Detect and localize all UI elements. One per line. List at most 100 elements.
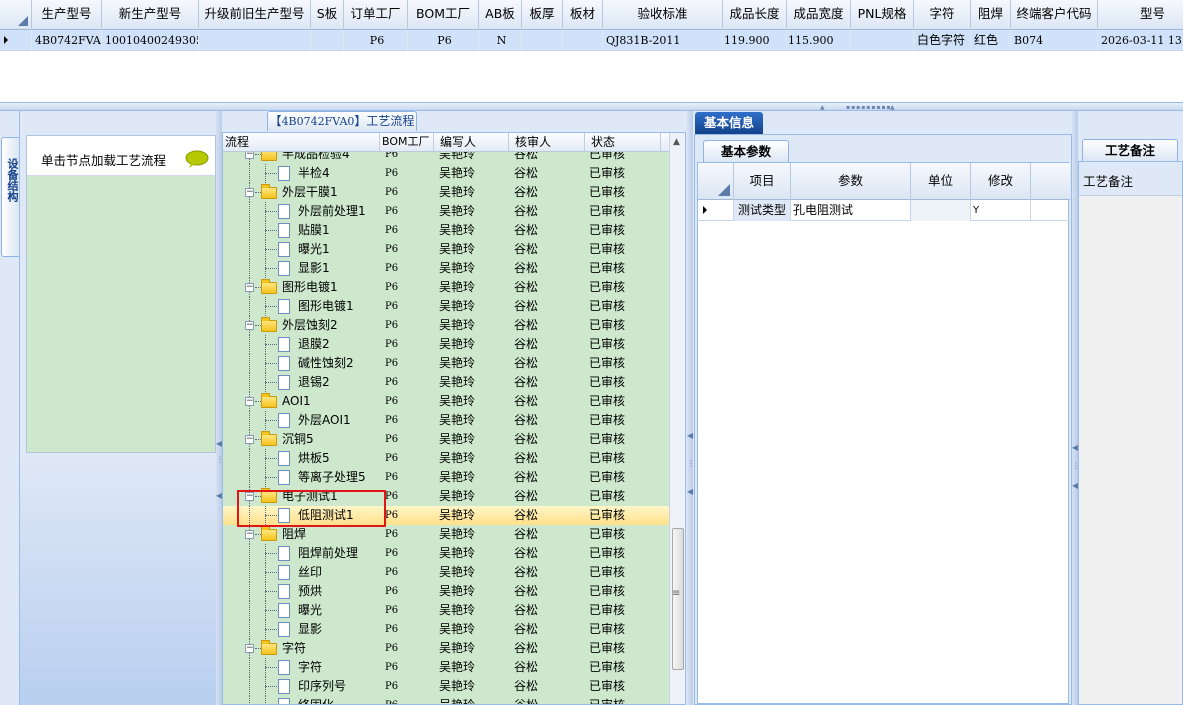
tree-step-row[interactable]: 退膜2 P6 吴艳玲 谷松 已审核 xyxy=(223,335,669,354)
col-header[interactable]: 新生产型号 xyxy=(102,0,199,30)
col-header[interactable]: 终端客户代码 xyxy=(1011,0,1098,30)
col-header[interactable]: 板材 xyxy=(563,0,603,30)
tree-node[interactable]: 退膜2 xyxy=(223,335,383,354)
col-header[interactable]: S板 xyxy=(311,0,344,30)
tab-device-structure[interactable]: 设备结构 xyxy=(1,137,19,257)
grid-cell[interactable]: 白色字符 xyxy=(914,30,971,51)
tree-step-row[interactable]: 曝光1 P6 吴艳玲 谷松 已审核 xyxy=(223,240,669,259)
tree-group-row[interactable]: − 字符 P6 吴艳玲 谷松 已审核 xyxy=(223,639,669,658)
grid-cell[interactable]: P6 xyxy=(408,30,479,51)
tree-step-row[interactable]: 显影1 P6 吴艳玲 谷松 已审核 xyxy=(223,259,669,278)
order-grid-row[interactable]: 4B0742FVA0 10010400249305 P6 P6 N QJ831B-2011… xyxy=(0,30,1183,51)
tree-step-row[interactable]: 烘板5 P6 吴艳玲 谷松 已审核 xyxy=(223,449,669,468)
grid-cell[interactable] xyxy=(311,30,344,51)
horizontal-splitter[interactable]: ▲ ▪▪▪▪▪▪▪▪▪ ▲ xyxy=(0,103,1183,111)
col-header[interactable]: 板厚 xyxy=(522,0,563,30)
tree-node[interactable]: 烘板5 xyxy=(223,449,383,468)
collapse-icon[interactable]: − xyxy=(245,152,254,159)
col-unit[interactable]: 单位 xyxy=(911,163,971,200)
tree-group-row[interactable]: − 外层干膜1 P6 吴艳玲 谷松 已审核 xyxy=(223,183,669,202)
col-writer[interactable]: 编写人 xyxy=(434,133,509,152)
tree-step-row[interactable]: 印序列号 P6 吴艳玲 谷松 已审核 xyxy=(223,677,669,696)
tree-node[interactable]: 退锡2 xyxy=(223,373,383,392)
grid-cell[interactable]: 115.900 xyxy=(787,30,851,51)
grid-cell[interactable]: 119.900 xyxy=(723,30,787,51)
param-unit-cell[interactable] xyxy=(911,200,971,221)
col-header[interactable]: 字符 xyxy=(914,0,971,30)
tree-node[interactable]: 碱性蚀刻2 xyxy=(223,354,383,373)
grid-cell[interactable] xyxy=(522,30,563,51)
grid-cell[interactable]: P6 xyxy=(344,30,408,51)
tree-node[interactable]: 半检4 xyxy=(223,164,383,183)
grid-cell[interactable]: 2026-03-11 13: xyxy=(1098,30,1183,51)
tree-step-row[interactable]: 碱性蚀刻2 P6 吴艳玲 谷松 已审核 xyxy=(223,354,669,373)
tree-scrollbar[interactable]: ▲ ≡ xyxy=(669,133,685,704)
grid-cell[interactable]: QJ831B-2011 xyxy=(603,30,723,51)
tree-step-row[interactable]: 半检4 P6 吴艳玲 谷松 已审核 xyxy=(223,164,669,183)
grid-cell[interactable]: 4B0742FVA0 xyxy=(32,30,102,51)
tab-basic-info[interactable]: 基本信息 xyxy=(695,112,763,134)
scroll-up-arrow-icon[interactable]: ▲ xyxy=(673,137,680,147)
tree-node[interactable]: − 外层干膜1 xyxy=(223,183,383,202)
tab-basic-params[interactable]: 基本参数 xyxy=(703,140,789,162)
tree-group-row[interactable]: − 外层蚀刻2 P6 吴艳玲 谷松 已审核 xyxy=(223,316,669,335)
tree-node[interactable]: − 沉铜5 xyxy=(223,430,383,449)
tree-step-row[interactable]: 贴膜1 P6 吴艳玲 谷松 已审核 xyxy=(223,221,669,240)
scrollbar-thumb[interactable] xyxy=(672,528,684,670)
corner-cell[interactable] xyxy=(0,0,32,30)
grid-cell[interactable] xyxy=(199,30,311,51)
tree-node[interactable]: 终固化 xyxy=(223,696,383,704)
col-flow[interactable]: 流程 xyxy=(223,133,380,152)
grid-cell[interactable]: 红色 xyxy=(971,30,1011,51)
col-bom[interactable]: BOM工厂 xyxy=(380,133,434,152)
tree-node[interactable]: − 阻焊 xyxy=(223,525,383,544)
tree-step-row[interactable]: 显影 P6 吴艳玲 谷松 已审核 xyxy=(223,620,669,639)
tree-node[interactable]: 预烘 xyxy=(223,582,383,601)
tree-node[interactable]: − 字符 xyxy=(223,639,383,658)
tree-group-row[interactable]: − AOI1 P6 吴艳玲 谷松 已审核 xyxy=(223,392,669,411)
tree-node[interactable]: 外层前处理1 xyxy=(223,202,383,221)
grid-cell[interactable] xyxy=(851,30,914,51)
col-header[interactable]: 成品宽度 xyxy=(787,0,851,30)
col-header[interactable]: 阻焊 xyxy=(971,0,1011,30)
collapse-icon[interactable]: − xyxy=(245,435,254,444)
tree-step-row[interactable]: 预烘 P6 吴艳玲 谷松 已审核 xyxy=(223,582,669,601)
tree-group-row[interactable]: − 沉铜5 P6 吴艳玲 谷松 已审核 xyxy=(223,430,669,449)
col-param[interactable]: 参数 xyxy=(791,163,911,200)
tree-step-row[interactable]: 外层AOI1 P6 吴艳玲 谷松 已审核 xyxy=(223,411,669,430)
tree-node[interactable]: 等离子处理5 xyxy=(223,468,383,487)
tree-node[interactable]: 字符 xyxy=(223,658,383,677)
tab-process-remark[interactable]: 工艺备注 xyxy=(1082,139,1178,161)
tree-node[interactable]: − 外层蚀刻2 xyxy=(223,316,383,335)
col-header[interactable]: 生产型号 xyxy=(32,0,102,30)
tree-step-row[interactable]: 图形电镀1 P6 吴艳玲 谷松 已审核 xyxy=(223,297,669,316)
tree-step-row[interactable]: 阻焊前处理 P6 吴艳玲 谷松 已审核 xyxy=(223,544,669,563)
tree-step-row[interactable]: 终固化 P6 吴艳玲 谷松 已审核 xyxy=(223,696,669,704)
col-reviewer[interactable]: 核审人 xyxy=(509,133,585,152)
tree-step-row[interactable]: 外层前处理1 P6 吴艳玲 谷松 已审核 xyxy=(223,202,669,221)
middle-vertical-splitter[interactable]: ◀ ⋮ ◀ xyxy=(687,111,695,705)
grid-cell[interactable] xyxy=(563,30,603,51)
tree-step-row[interactable]: 字符 P6 吴艳玲 谷松 已审核 xyxy=(223,658,669,677)
param-value-cell[interactable]: 孔电阻测试 xyxy=(791,200,911,221)
params-corner-cell[interactable] xyxy=(698,163,734,200)
tree-group-row[interactable]: − 阻焊 P6 吴艳玲 谷松 已审核 xyxy=(223,525,669,544)
tree-node[interactable]: 曝光 xyxy=(223,601,383,620)
tree-group-row[interactable]: − 半成品检验4 P6 吴艳玲 谷松 已审核 xyxy=(223,152,669,164)
tree-node[interactable]: 显影1 xyxy=(223,259,383,278)
tree-step-row[interactable]: 曝光 P6 吴艳玲 谷松 已审核 xyxy=(223,601,669,620)
tree-group-row[interactable]: − 图形电镀1 P6 吴艳玲 谷松 已审核 xyxy=(223,278,669,297)
col-status[interactable]: 状态 xyxy=(585,133,661,152)
tree-step-row[interactable]: 丝印 P6 吴艳玲 谷松 已审核 xyxy=(223,563,669,582)
col-header[interactable]: 验收标准 xyxy=(603,0,723,30)
col-header[interactable]: AB板 xyxy=(479,0,522,30)
params-row[interactable]: 测试类型 孔电阻测试 Y xyxy=(698,200,1070,221)
tree-step-row[interactable]: 退锡2 P6 吴艳玲 谷松 已审核 xyxy=(223,373,669,392)
col-header[interactable]: 型号 xyxy=(1098,0,1183,30)
col-modify[interactable]: 修改 xyxy=(971,163,1031,200)
col-header[interactable]: BOM工厂 xyxy=(408,0,479,30)
collapse-icon[interactable]: − xyxy=(245,530,254,539)
collapse-icon[interactable]: − xyxy=(245,397,254,406)
col-header[interactable]: 成品长度 xyxy=(723,0,787,30)
tree-step-row[interactable]: 等离子处理5 P6 吴艳玲 谷松 已审核 xyxy=(223,468,669,487)
